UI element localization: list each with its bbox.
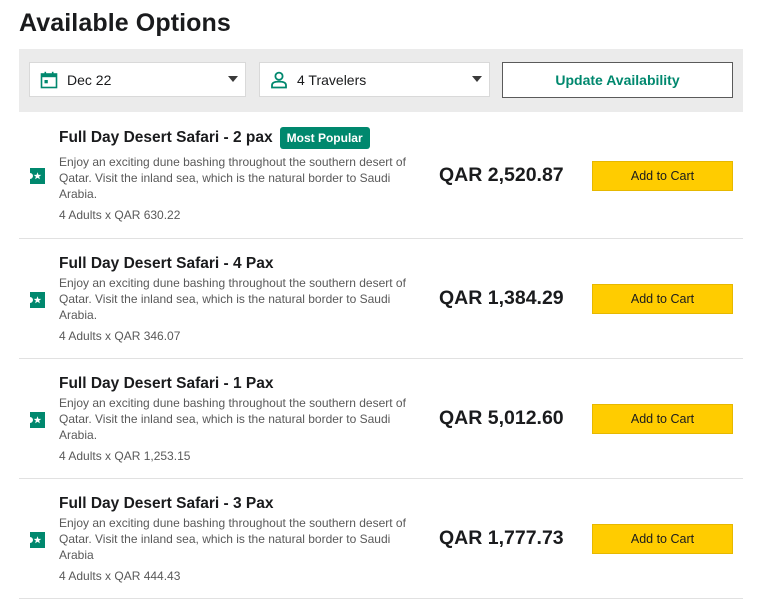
option-total-price: QAR 1,777.73	[439, 527, 564, 549]
option-row: Full Day Desert Safari - 4 Pax Enjoy an …	[19, 239, 743, 359]
option-price-breakdown: 4 Adults x QAR 346.07	[59, 329, 181, 343]
chevron-down-icon	[228, 76, 238, 82]
option-row: Full Day Desert Safari - 3 Pax Enjoy an …	[19, 479, 743, 599]
travelers-value: 4 Travelers	[297, 71, 367, 88]
most-popular-badge: Most Popular	[279, 127, 370, 149]
option-total-price: QAR 1,384.29	[439, 287, 564, 309]
add-to-cart-button[interactable]: Add to Cart	[592, 284, 733, 314]
option-title: Full Day Desert Safari - 3 Pax	[59, 495, 274, 513]
option-description: Enjoy an exciting dune bashing throughou…	[59, 276, 406, 322]
options-list: Full Day Desert Safari - 2 pax Most Popu…	[19, 119, 743, 599]
ticket-icon	[30, 292, 45, 308]
travelers-picker[interactable]: 4 Travelers	[259, 62, 490, 97]
option-description: Enjoy an exciting dune bashing throughou…	[59, 516, 406, 562]
availability-filter-bar: Dec 22 4 Travelers Update Availability	[19, 49, 743, 112]
option-title: Full Day Desert Safari - 1 Pax	[59, 375, 274, 393]
add-to-cart-button[interactable]: Add to Cart	[592, 404, 733, 434]
person-icon	[270, 71, 288, 89]
option-price-breakdown: 4 Adults x QAR 1,253.15	[59, 449, 191, 463]
option-row: Full Day Desert Safari - 1 Pax Enjoy an …	[19, 359, 743, 479]
option-title: Full Day Desert Safari - 2 pax Most Popu…	[59, 127, 370, 149]
ticket-icon	[30, 532, 45, 548]
add-to-cart-button[interactable]: Add to Cart	[592, 161, 733, 191]
ticket-icon	[30, 412, 45, 428]
ticket-icon	[30, 168, 45, 184]
option-price-breakdown: 4 Adults x QAR 630.22	[59, 208, 181, 222]
add-to-cart-button[interactable]: Add to Cart	[592, 524, 733, 554]
option-title-text: Full Day Desert Safari - 1 Pax	[59, 375, 274, 392]
option-description: Enjoy an exciting dune bashing throughou…	[59, 396, 406, 442]
option-title-text: Full Day Desert Safari - 3 Pax	[59, 495, 274, 512]
option-title-text: Full Day Desert Safari - 4 Pax	[59, 255, 274, 272]
option-total-price: QAR 2,520.87	[439, 164, 564, 186]
option-title-text: Full Day Desert Safari - 2 pax	[59, 129, 273, 146]
update-availability-button[interactable]: Update Availability	[502, 62, 733, 98]
chevron-down-icon	[472, 76, 482, 82]
option-title: Full Day Desert Safari - 4 Pax	[59, 255, 274, 273]
page-title: Available Options	[19, 9, 231, 37]
date-picker[interactable]: Dec 22	[29, 62, 246, 97]
date-value: Dec 22	[67, 71, 112, 88]
option-description: Enjoy an exciting dune bashing throughou…	[59, 155, 406, 201]
option-row: Full Day Desert Safari - 2 pax Most Popu…	[19, 119, 743, 239]
option-total-price: QAR 5,012.60	[439, 407, 564, 429]
option-price-breakdown: 4 Adults x QAR 444.43	[59, 569, 181, 583]
calendar-icon	[40, 71, 58, 89]
